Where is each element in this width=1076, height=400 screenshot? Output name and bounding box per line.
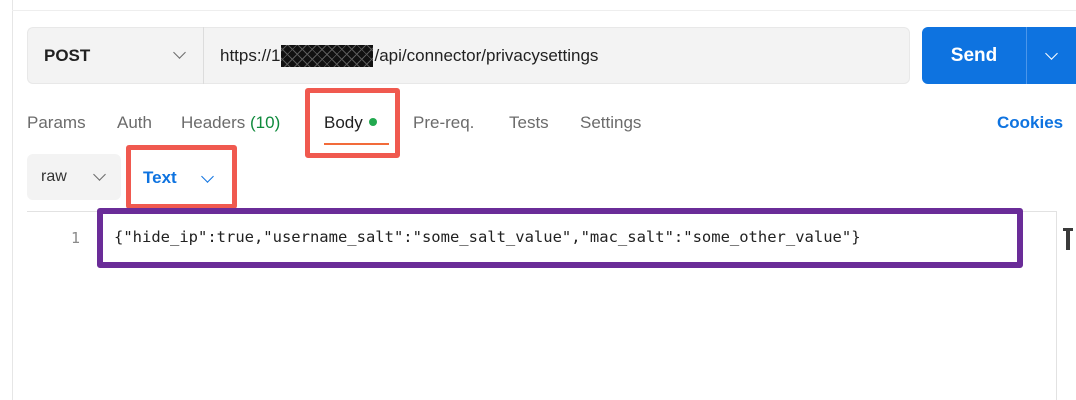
chevron-down-icon	[93, 168, 106, 181]
annotation-box-code	[97, 208, 1023, 268]
text-cursor-icon	[1063, 228, 1073, 250]
url-suffix: /api/connector/privacysettings	[374, 46, 599, 65]
tab-params[interactable]: Params	[27, 113, 86, 133]
cookies-link[interactable]: Cookies	[997, 113, 1063, 133]
url-prefix: https://1	[220, 46, 281, 65]
url-input[interactable]: https://1 /api/connector/privacysettings	[204, 27, 910, 84]
send-options-button[interactable]	[1027, 27, 1076, 84]
window-left-border	[12, 0, 13, 400]
line-number: 1	[71, 229, 81, 247]
window-top-border	[12, 10, 1076, 11]
tab-headers[interactable]: Headers (10)	[181, 113, 280, 133]
editor-right-border	[1056, 211, 1057, 400]
annotation-box-body-tab	[305, 88, 400, 158]
chevron-down-icon	[1045, 47, 1058, 60]
headers-count: (10)	[250, 113, 281, 132]
body-mode-select[interactable]: raw	[27, 154, 121, 200]
annotation-box-text-format	[126, 145, 237, 209]
tab-headers-label: Headers	[181, 113, 246, 132]
method-label: POST	[44, 45, 91, 65]
tab-tests[interactable]: Tests	[509, 113, 549, 133]
body-mode-label: raw	[41, 168, 67, 185]
tab-settings[interactable]: Settings	[580, 113, 641, 133]
tab-auth[interactable]: Auth	[117, 113, 152, 133]
tab-pre-request[interactable]: Pre-req.	[413, 113, 474, 133]
chevron-down-icon	[173, 46, 186, 59]
send-button[interactable]: Send	[922, 27, 1026, 84]
url-text: https://1 /api/connector/privacysettings	[220, 45, 598, 67]
url-redaction	[281, 45, 374, 67]
method-select[interactable]: POST	[27, 27, 203, 84]
